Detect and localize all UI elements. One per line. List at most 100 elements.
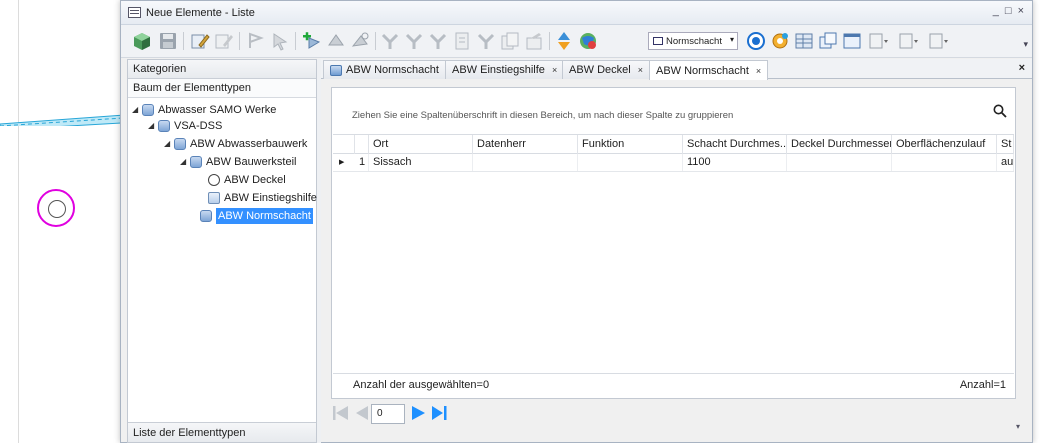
cube-icon[interactable]: [131, 30, 153, 52]
split-disabled-icon[interactable]: [379, 30, 401, 52]
connect-disabled-icon[interactable]: [475, 30, 497, 52]
tree-item-abw-abwasserbauwerk[interactable]: ◢ ABW Abwasserbauwerk: [164, 136, 307, 152]
tab-close-icon[interactable]: ×: [638, 61, 643, 79]
flag-disabled-icon[interactable]: [245, 30, 267, 52]
table-icon[interactable]: [793, 30, 815, 52]
collapse-icon[interactable]: ◢: [164, 136, 174, 152]
database-icon: [174, 138, 186, 150]
move-element-icon[interactable]: [325, 30, 347, 52]
tree-item-vsa-dss[interactable]: ◢ VSA-DSS: [148, 118, 222, 134]
column-header-st[interactable]: St: [997, 135, 1014, 154]
panel-splitter[interactable]: [317, 59, 321, 443]
selected-count: Anzahl der ausgewählten=0: [353, 379, 490, 391]
tab-abw-normschacht[interactable]: ABW Normschacht ×: [649, 60, 769, 80]
collapse-icon[interactable]: ◢: [180, 154, 190, 170]
maximize-button[interactable]: □: [1005, 5, 1012, 17]
title-bar[interactable]: Neue Elemente - Liste _ □ ×: [121, 1, 1032, 25]
grid-header: Ort Datenherr Funktion Schacht Durchmes.…: [333, 134, 1014, 154]
edit-disabled-icon[interactable]: [213, 30, 235, 52]
gear-icon[interactable]: [769, 30, 791, 52]
tab-abw-normschacht-pinned[interactable]: ABW Normschacht: [323, 60, 446, 79]
cell-funktion[interactable]: [578, 154, 683, 171]
tree-item-abw-bauwerksteil[interactable]: ◢ ABW Bauwerksteil: [180, 154, 296, 170]
element-types-list-header[interactable]: Liste der Elementtypen: [128, 422, 316, 442]
panel-menu-caret[interactable]: ▾: [1016, 422, 1020, 431]
first-page-icon[interactable]: [331, 403, 351, 423]
chevron-down-icon: ▾: [729, 35, 734, 44]
database-icon: [158, 120, 170, 132]
close-all-tabs-button[interactable]: ×: [1019, 62, 1025, 74]
tab-close-icon[interactable]: ×: [756, 62, 761, 80]
globe-icon[interactable]: [577, 30, 599, 52]
save-icon[interactable]: [157, 30, 179, 52]
add-element-icon[interactable]: [301, 30, 323, 52]
database-icon: [200, 210, 212, 222]
tree-item-abw-normschacht[interactable]: ABW Normschacht: [200, 208, 313, 224]
pipe-line[interactable]: [0, 110, 138, 126]
branch-disabled-icon[interactable]: [427, 30, 449, 52]
tab-strip: ABW Normschacht ABW Einstiegshilfe × ABW…: [321, 59, 1032, 80]
tab-abw-deckel[interactable]: ABW Deckel ×: [562, 60, 651, 79]
circle-icon: [208, 174, 220, 186]
join-disabled-icon[interactable]: [403, 30, 425, 52]
rotate-element-icon[interactable]: [349, 30, 371, 52]
tree-item-abw-einstiegshilfe[interactable]: ABW Einstiegshilfe: [208, 190, 317, 206]
edit-icon[interactable]: [189, 30, 211, 52]
element-type-select[interactable]: Normschacht ▾: [648, 32, 738, 50]
previous-page-icon[interactable]: [351, 403, 371, 423]
export-dropdown-icon[interactable]: [867, 30, 889, 52]
attach-disabled-icon[interactable]: [523, 30, 545, 52]
cell-ort[interactable]: Sissach: [369, 154, 473, 171]
tab-label: ABW Normschacht: [346, 64, 439, 76]
categories-panel: Kategorien Baum der Elementtypen ◢ Abwas…: [127, 59, 317, 443]
cell-schacht-durchmesser[interactable]: 1100: [683, 154, 787, 171]
collapse-icon[interactable]: ◢: [132, 102, 142, 118]
tree-item-label: ABW Normschacht: [216, 208, 313, 224]
column-header-deckel-durchmesser[interactable]: Deckel Durchmesser: [787, 135, 892, 154]
column-header-ort[interactable]: Ort: [369, 135, 473, 154]
frame-border-left: [18, 0, 19, 443]
table-row[interactable]: ▶ 1 Sissach 1100 au: [333, 154, 1014, 172]
column-header-datenherr[interactable]: Datenherr: [473, 135, 578, 154]
cell-datenherr[interactable]: [473, 154, 578, 171]
tree-item-abw-deckel[interactable]: ABW Deckel: [208, 172, 286, 188]
cell-deckel-durchmesser[interactable]: [787, 154, 892, 171]
tab-abw-einstiegshilfe[interactable]: ABW Einstiegshilfe ×: [445, 60, 565, 79]
sort-icon[interactable]: [553, 30, 575, 52]
report-dropdown-icon[interactable]: [927, 30, 949, 52]
window-icon: [128, 7, 141, 18]
tree-item-abwasser-samo-werke[interactable]: ◢ Abwasser SAMO Werke: [132, 102, 276, 118]
tree-item-label: ABW Deckel: [224, 174, 286, 186]
import-dropdown-icon[interactable]: [897, 30, 919, 52]
close-button[interactable]: ×: [1018, 5, 1024, 17]
column-header-oberflaechenzulauf[interactable]: Oberflächenzulauf: [892, 135, 997, 154]
column-header-schacht-durchmesser[interactable]: Schacht Durchmes...: [683, 135, 787, 154]
pager: 0: [331, 400, 1016, 430]
document-disabled-icon[interactable]: [451, 30, 473, 52]
cell-oberflaechenzulauf[interactable]: [892, 154, 997, 171]
minimize-button[interactable]: _: [993, 5, 999, 17]
toolbar-overflow-button[interactable]: ▾: [1023, 39, 1028, 50]
column-header-funktion[interactable]: Funktion: [578, 135, 683, 154]
database-icon: [142, 104, 154, 116]
pin-icon: [330, 64, 342, 76]
shaft-marker[interactable]: [37, 189, 75, 227]
target-icon[interactable]: [745, 30, 767, 52]
collapse-icon[interactable]: ◢: [148, 118, 158, 134]
pointer-disabled-icon[interactable]: [269, 30, 291, 52]
tab-close-icon[interactable]: ×: [552, 61, 557, 79]
last-page-icon[interactable]: [429, 403, 449, 423]
window-list-icon[interactable]: [841, 30, 863, 52]
page-number-input[interactable]: 0: [371, 404, 405, 424]
search-icon[interactable]: [993, 104, 1007, 118]
tree-item-label: VSA-DSS: [174, 120, 223, 132]
group-by-hint[interactable]: Ziehen Sie eine Spaltenüberschrift in di…: [352, 110, 733, 121]
windows-icon[interactable]: [817, 30, 839, 52]
elements-list-window: Neue Elemente - Liste _ □ × Normschacht …: [120, 0, 1033, 443]
cell-st[interactable]: au: [997, 154, 1014, 171]
total-count: Anzahl=1: [959, 379, 1006, 391]
next-page-icon[interactable]: [409, 403, 429, 423]
tree-header: Baum der Elementtypen: [128, 79, 316, 98]
copy-disabled-icon[interactable]: [499, 30, 521, 52]
current-row-icon: ▶: [339, 159, 345, 166]
